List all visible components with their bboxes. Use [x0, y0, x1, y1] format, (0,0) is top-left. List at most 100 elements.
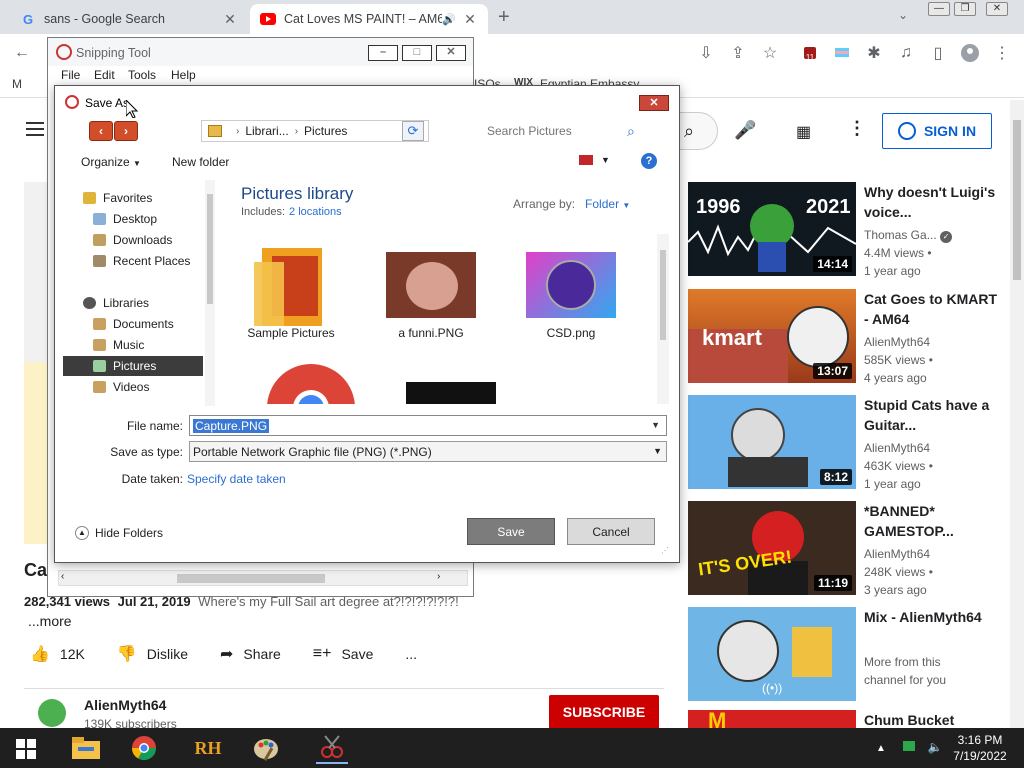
- close-icon[interactable]: ✕: [222, 11, 238, 28]
- more-actions-button[interactable]: ...: [405, 646, 417, 662]
- recommendation-item[interactable]: kmart 13:07 Cat Goes to KMART - AM64 Ali…: [688, 289, 1008, 385]
- nav-videos[interactable]: Videos: [63, 377, 203, 397]
- locations-link[interactable]: 2 locations: [289, 206, 342, 218]
- video-thumbnail[interactable]: ((•)): [688, 607, 856, 701]
- video-thumbnail[interactable]: M: [688, 710, 856, 728]
- organize-button[interactable]: Organize ▼: [81, 155, 141, 169]
- scrollbar-thumb[interactable]: [207, 194, 213, 304]
- recommendation-title[interactable]: *BANNED* GAMESTOP...: [864, 501, 1004, 541]
- specify-date-link[interactable]: Specify date taken: [187, 472, 286, 486]
- file-item[interactable]: [391, 382, 511, 404]
- scrollbar-thumb[interactable]: [177, 574, 325, 583]
- cancel-button[interactable]: Cancel: [567, 518, 655, 545]
- file-item[interactable]: [251, 362, 371, 404]
- recommendation-item[interactable]: 8:12 Stupid Cats have a Guitar... AlienM…: [688, 395, 1008, 491]
- share-icon[interactable]: ⇪: [728, 43, 748, 63]
- nav-music[interactable]: Music: [63, 335, 203, 355]
- scrollbar-thumb[interactable]: [660, 250, 666, 340]
- arrange-dropdown[interactable]: Folder ▼: [585, 197, 630, 211]
- recommendation-item[interactable]: M Chum Bucket: [688, 710, 1008, 728]
- resize-grip-icon[interactable]: ⋰: [661, 546, 671, 556]
- rh-app-icon[interactable]: RH: [192, 732, 224, 764]
- recommendation-title[interactable]: Why doesn't Luigi's voice...: [864, 182, 1004, 222]
- file-explorer-icon[interactable]: [70, 732, 102, 764]
- menu-file[interactable]: File: [61, 68, 80, 82]
- recommendation-item[interactable]: ((•)) Mix - AlienMyth64 More from this c…: [688, 607, 1008, 703]
- scroll-left-icon[interactable]: ‹: [61, 571, 64, 582]
- view-icon[interactable]: [579, 155, 593, 165]
- new-tab-icon[interactable]: +: [498, 6, 510, 29]
- volume-icon[interactable]: 🔈: [927, 740, 942, 754]
- dialog-titlebar[interactable]: Save As ✕: [55, 86, 679, 118]
- page-scrollbar[interactable]: [1010, 100, 1024, 728]
- chrome-icon[interactable]: [128, 732, 160, 764]
- nav-scrollbar[interactable]: [205, 180, 215, 406]
- file-item[interactable]: Sample Pictures: [231, 242, 351, 340]
- save-type-select[interactable]: Portable Network Graphic file (PNG) (*.P…: [189, 441, 667, 462]
- dislike-button[interactable]: 👎 Dislike: [117, 644, 188, 664]
- horizontal-scrollbar[interactable]: ‹ ›: [58, 570, 468, 586]
- more-vert-icon[interactable]: ⋮: [848, 118, 866, 139]
- chevron-down-icon[interactable]: ▼: [601, 155, 610, 165]
- recommendation-title[interactable]: Chum Bucket: [864, 710, 1004, 728]
- microphone-icon[interactable]: 🎤: [734, 120, 756, 141]
- help-icon[interactable]: ?: [641, 153, 657, 169]
- hide-folders-button[interactable]: ▲ Hide Folders: [75, 526, 163, 540]
- restore-icon[interactable]: ❐: [954, 2, 976, 16]
- share-button[interactable]: ➦ Share: [220, 644, 281, 664]
- recommendation-title[interactable]: Stupid Cats have a Guitar...: [864, 395, 1004, 435]
- like-button[interactable]: 👍 12K: [30, 644, 85, 664]
- nav-desktop[interactable]: Desktop: [63, 209, 203, 229]
- maximize-button[interactable]: □: [402, 45, 432, 61]
- search-input[interactable]: [481, 120, 649, 142]
- video-thumbnail[interactable]: kmart 13:07: [688, 289, 856, 383]
- chevron-down-icon[interactable]: ▼: [649, 420, 662, 430]
- snipping-tool-icon[interactable]: [316, 732, 348, 764]
- video-thumbnail[interactable]: 1996 2021 14:14: [688, 182, 856, 276]
- subscribe-button[interactable]: SUBSCRIBE: [549, 695, 659, 729]
- search-icon[interactable]: ⌕: [627, 123, 635, 140]
- nav-recent-places[interactable]: Recent Places: [63, 251, 203, 271]
- new-folder-button[interactable]: New folder: [172, 155, 229, 169]
- channel-name[interactable]: AlienMyth64: [84, 697, 166, 713]
- close-icon[interactable]: ✕: [462, 11, 478, 28]
- nav-favorites[interactable]: Favorites: [63, 188, 203, 208]
- tray-chevron-up-icon[interactable]: ▲: [876, 743, 886, 754]
- save-playlist-button[interactable]: ≡+ Save: [313, 645, 374, 663]
- file-name-field[interactable]: Capture.PNG ▼: [189, 415, 667, 436]
- close-button[interactable]: ✕: [436, 45, 466, 61]
- chevron-down-icon[interactable]: ⌄: [898, 8, 908, 22]
- menu-help[interactable]: Help: [171, 68, 196, 82]
- recommendation-title[interactable]: Cat Goes to KMART - AM64: [864, 289, 1004, 329]
- file-item[interactable]: CSD.png: [511, 252, 631, 340]
- install-icon[interactable]: ⇩: [696, 43, 716, 63]
- extension-icon[interactable]: 11: [800, 43, 820, 63]
- nav-libraries[interactable]: Libraries: [63, 293, 203, 313]
- breadcrumb-libraries[interactable]: Librari...: [245, 124, 288, 138]
- file-item[interactable]: a funni.PNG: [371, 252, 491, 340]
- nav-downloads[interactable]: Downloads: [63, 230, 203, 250]
- avatar[interactable]: [38, 699, 66, 727]
- files-scrollbar[interactable]: [657, 234, 669, 404]
- scroll-right-icon[interactable]: ›: [437, 571, 440, 582]
- clock[interactable]: 3:16 PM 7/19/2022: [950, 732, 1010, 764]
- puzzle-icon[interactable]: ✱: [864, 43, 884, 63]
- sign-in-button[interactable]: SIGN IN: [882, 113, 992, 149]
- back-icon[interactable]: ←: [12, 43, 32, 63]
- minimize-button[interactable]: –: [368, 45, 398, 61]
- video-thumbnail[interactable]: IT'S OVER! 11:19: [688, 501, 856, 595]
- snipping-tool-titlebar[interactable]: Snipping Tool – □ ✕: [48, 38, 473, 66]
- scrollbar-thumb[interactable]: [1013, 120, 1021, 280]
- nav-documents[interactable]: Documents: [63, 314, 203, 334]
- menu-tools[interactable]: Tools: [128, 68, 156, 82]
- tab-google-search[interactable]: G sans - Google Search ✕: [10, 4, 248, 34]
- apps-grid-icon[interactable]: ▦: [796, 122, 811, 142]
- close-window-icon[interactable]: ✕: [986, 2, 1008, 16]
- recommendation-item[interactable]: IT'S OVER! 11:19 *BANNED* GAMESTOP... Al…: [688, 501, 1008, 597]
- audio-icon[interactable]: 🔊: [442, 13, 456, 26]
- back-button[interactable]: ‹: [89, 121, 113, 141]
- save-button[interactable]: Save: [467, 518, 555, 545]
- bookmark-item[interactable]: M: [12, 77, 22, 91]
- forward-button[interactable]: ›: [114, 121, 138, 141]
- tab-youtube[interactable]: Cat Loves MS PAINT! – AM64 🔊 ✕: [250, 4, 488, 34]
